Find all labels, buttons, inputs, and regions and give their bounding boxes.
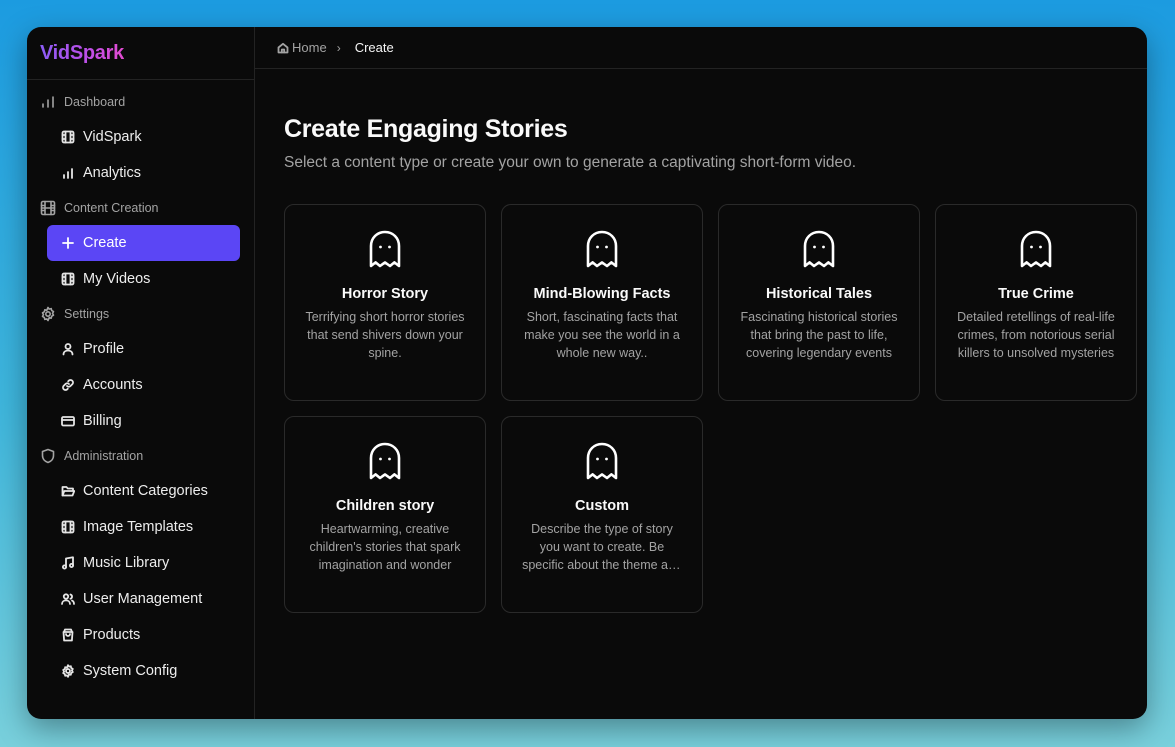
card-description: Describe the type of story you want to c… [522, 522, 682, 572]
breadcrumb-home-label: Home [292, 40, 327, 55]
sidebar-item-label: My Videos [83, 271, 151, 287]
content-type-card[interactable]: Horror Story Terrifying short horror sto… [284, 204, 486, 401]
card-description: Detailed retellings of real-life crimes,… [957, 310, 1115, 360]
sidebar-item-create[interactable]: Create [47, 225, 240, 261]
content-type-card[interactable]: Mind-Blowing Facts Short, fascinating fa… [501, 204, 703, 401]
group-label: Content Creation [64, 201, 159, 215]
sidebar-item-label: Content Categories [83, 483, 208, 499]
content-type-card[interactable]: Children story Heartwarming, creative ch… [284, 416, 486, 613]
card-title: Mind-Blowing Facts [533, 286, 671, 302]
card-title: True Crime [998, 286, 1074, 302]
plus-icon [61, 236, 75, 250]
sidebar-item-system-config[interactable]: System Config [47, 653, 240, 689]
main-panel: Home › Create Create Engaging Stories Se… [255, 27, 1147, 719]
group-label: Administration [64, 449, 144, 463]
group-label: Settings [64, 307, 110, 321]
ghost-icon [367, 229, 403, 269]
gear-icon [40, 306, 56, 322]
users-icon [61, 592, 75, 606]
sidebar-item-content-categories[interactable]: Content Categories [47, 473, 240, 509]
breadcrumb: Home › Create [255, 27, 1147, 69]
sidebar-item-label: System Config [83, 663, 178, 679]
card-title: Horror Story [341, 286, 429, 302]
content-area: Create Engaging Stories Select a content… [255, 69, 1147, 613]
group-content-creation: Content Creation [27, 197, 254, 219]
ghost-icon [584, 229, 620, 269]
group-settings: Settings [27, 303, 254, 325]
folder-open-icon [61, 484, 75, 498]
sidebar-item-label: Products [83, 627, 141, 643]
shield-icon [40, 448, 56, 464]
credit-card-icon [61, 414, 75, 428]
content-type-card[interactable]: Custom Describe the type of story you wa… [501, 416, 703, 613]
brand-row: VidSpark [27, 27, 254, 80]
gear-icon [61, 664, 75, 678]
content-type-card[interactable]: True Crime Detailed retellings of real-l… [935, 204, 1137, 401]
sidebar-item-billing[interactable]: Billing [47, 403, 240, 439]
breadcrumb-separator: › [336, 40, 341, 55]
sidebar-item-label: Accounts [83, 377, 143, 393]
bar-chart-icon [61, 166, 75, 180]
page-title: Create Engaging Stories [284, 115, 568, 143]
sidebar-item-music-library[interactable]: Music Library [47, 545, 240, 581]
card-description: Heartwarming, creative children's storie… [309, 522, 461, 572]
sidebar-item-vidspark[interactable]: VidSpark [47, 119, 240, 155]
home-icon [277, 42, 292, 54]
shopping-bag-icon [61, 628, 75, 642]
sidebar-item-image-templates[interactable]: Image Templates [47, 509, 240, 545]
card-description: Fascinating historical stories that brin… [740, 310, 898, 360]
sidebar-item-label: Billing [83, 413, 122, 429]
group-administration: Administration [27, 445, 254, 467]
card-title: Historical Tales [765, 286, 873, 302]
user-icon [61, 342, 75, 356]
breadcrumb-home[interactable]: Home [277, 40, 327, 55]
film-icon [40, 200, 56, 216]
content-type-card[interactable]: Historical Tales Fascinating historical … [718, 204, 920, 401]
card-title: Children story [335, 498, 435, 514]
sidebar-item-label: Analytics [83, 165, 142, 181]
sidebar-item-user-management[interactable]: User Management [47, 581, 240, 617]
app-window: VidSpark Dashboard VidSpark Analytics Co… [27, 27, 1147, 719]
film-icon [61, 130, 75, 144]
card-title: Custom [575, 498, 629, 514]
content-type-grid: Horror Story Terrifying short horror sto… [284, 204, 1147, 613]
film-icon [61, 520, 75, 534]
breadcrumb-current: Create [354, 40, 394, 55]
sidebar: VidSpark Dashboard VidSpark Analytics Co… [27, 27, 255, 719]
sidebar-item-label: Music Library [83, 555, 170, 571]
ghost-icon [1018, 229, 1054, 269]
link-icon [61, 378, 75, 392]
group-label: Dashboard [64, 95, 126, 109]
music-icon [61, 556, 75, 570]
sidebar-item-label: Create [83, 235, 127, 251]
sidebar-item-products[interactable]: Products [47, 617, 240, 653]
sidebar-item-analytics[interactable]: Analytics [47, 155, 240, 191]
sidebar-item-label: Profile [83, 341, 125, 357]
sidebar-item-accounts[interactable]: Accounts [47, 367, 240, 403]
page-subtitle: Select a content type or create your own… [284, 154, 857, 171]
film-icon [61, 272, 75, 286]
sidebar-item-label: Image Templates [83, 519, 194, 535]
ghost-icon [584, 441, 620, 481]
card-description: Terrifying short horror stories that sen… [305, 310, 465, 360]
ghost-icon [801, 229, 837, 269]
ghost-icon [367, 441, 403, 481]
bar-chart-icon [40, 94, 56, 110]
sidebar-item-label: User Management [83, 591, 203, 607]
sidebar-nav: Dashboard VidSpark Analytics Content Cre… [27, 80, 254, 689]
sidebar-item-my-videos[interactable]: My Videos [47, 261, 240, 297]
brand-logo[interactable]: VidSpark [40, 42, 124, 65]
sidebar-item-profile[interactable]: Profile [47, 331, 240, 367]
group-dashboard: Dashboard [27, 91, 254, 113]
card-description: Short, fascinating facts that make you s… [524, 310, 680, 360]
sidebar-item-label: VidSpark [83, 129, 142, 145]
